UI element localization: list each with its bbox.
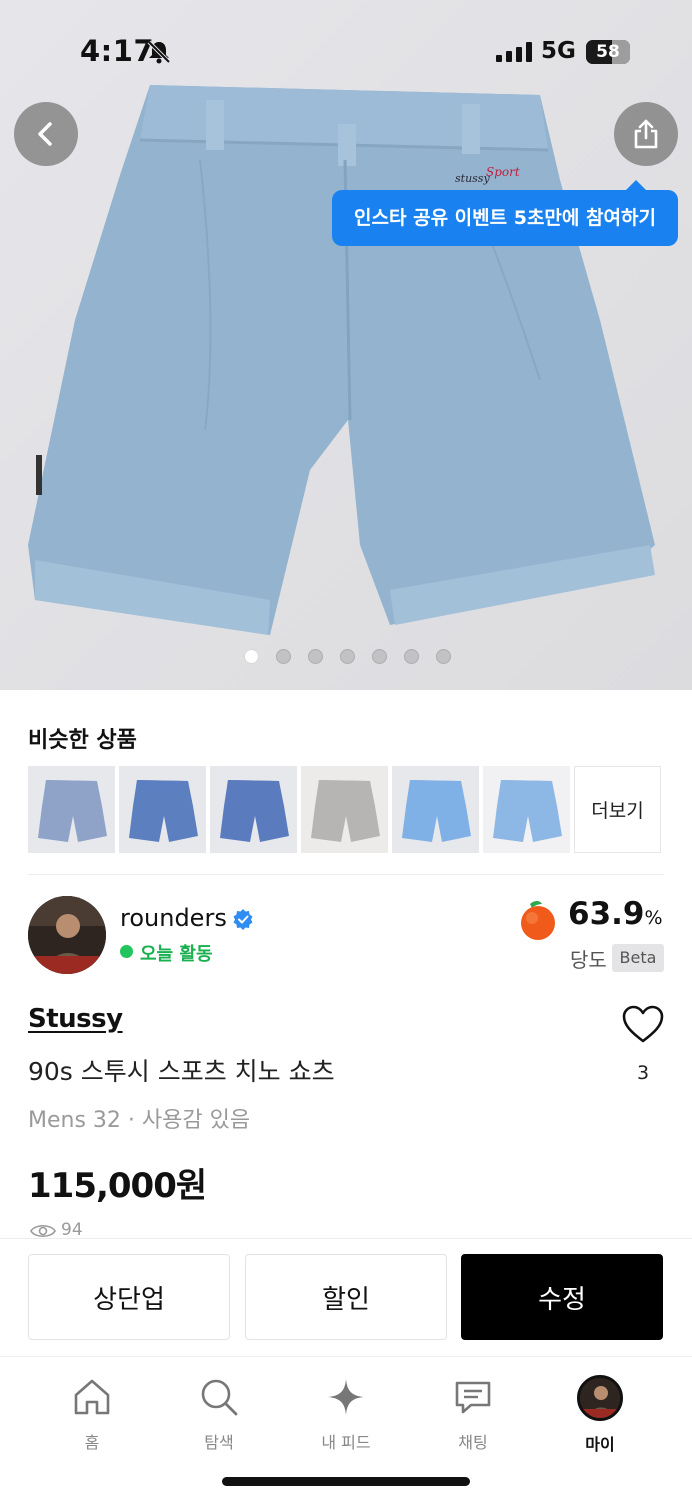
carousel-dot[interactable] <box>276 649 291 664</box>
network-type: 5G <box>541 38 576 64</box>
carousel-dot[interactable] <box>436 649 451 664</box>
svg-text:Sport: Sport <box>486 165 520 179</box>
carousel-dot[interactable] <box>308 649 323 664</box>
carousel-dot[interactable] <box>372 649 387 664</box>
discount-button[interactable]: 할인 <box>245 1254 447 1340</box>
online-status-dot <box>120 945 133 958</box>
seller-name[interactable]: rounders <box>120 904 227 932</box>
tab-my-feed[interactable]: 내 피드 <box>296 1375 396 1453</box>
similar-more-button[interactable]: 더보기 <box>574 766 661 853</box>
similar-item-thumbnail[interactable] <box>210 766 297 853</box>
battery-percent: 58 <box>596 42 620 62</box>
share-event-tooltip[interactable]: 인스타 공유 이벤트 5초만에 참여하기 <box>332 180 678 246</box>
sparkle-icon <box>328 1379 364 1415</box>
score-unit: % <box>644 907 663 929</box>
similar-item-thumbnail[interactable] <box>483 766 570 853</box>
seller-activity: 오늘 활동 <box>140 944 213 965</box>
score-value: 63.9 <box>568 896 645 932</box>
similar-item-thumbnail[interactable] <box>392 766 479 853</box>
product-image-carousel[interactable]: stussy Sport 4:17 5G 58 인스타 공유 이벤트 5초만에 … <box>0 0 692 690</box>
similar-item-thumbnail[interactable] <box>301 766 388 853</box>
tab-label: 내 피드 <box>321 1433 371 1452</box>
carousel-pagination <box>244 649 451 664</box>
product-meta: Mens 32 · 사용감 있음 <box>28 1108 251 1133</box>
beta-badge: Beta <box>612 944 664 972</box>
tab-label: 탐색 <box>204 1433 234 1452</box>
share-button[interactable] <box>614 102 678 166</box>
status-bar: 4:17 5G 58 <box>0 0 692 100</box>
signal-icon <box>496 42 532 62</box>
product-title: 90s 스투시 스포츠 치노 쇼츠 <box>28 1057 335 1086</box>
home-indicator <box>222 1477 470 1486</box>
chat-icon <box>455 1381 491 1414</box>
battery-indicator: 58 <box>586 40 630 64</box>
avatar <box>577 1375 623 1421</box>
seller-score: 63.9% <box>568 896 663 932</box>
tab-label: 채팅 <box>458 1433 488 1452</box>
similar-item-thumbnail[interactable] <box>28 766 115 853</box>
similar-items-list: 더보기 <box>28 766 661 853</box>
tab-home[interactable]: 홈 <box>42 1375 142 1453</box>
status-time: 4:17 <box>80 34 155 68</box>
carousel-dot[interactable] <box>404 649 419 664</box>
tab-search[interactable]: 탐색 <box>169 1375 269 1453</box>
tab-label: 마이 <box>585 1435 615 1454</box>
brand-link[interactable]: Stussy <box>28 1004 123 1034</box>
heart-icon[interactable] <box>621 1004 665 1044</box>
carousel-dot[interactable] <box>340 649 355 664</box>
tab-chat[interactable]: 채팅 <box>423 1375 523 1453</box>
similar-items-title: 비슷한 상품 <box>28 728 137 753</box>
verified-badge-icon <box>233 909 253 930</box>
carousel-dot[interactable] <box>244 649 259 664</box>
similar-item-thumbnail[interactable] <box>119 766 206 853</box>
bump-button[interactable]: 상단업 <box>28 1254 230 1340</box>
chevron-left-icon <box>38 122 52 146</box>
search-icon <box>201 1379 238 1416</box>
tab-my[interactable]: 마이 <box>550 1375 650 1455</box>
home-icon <box>74 1379 110 1415</box>
back-button[interactable] <box>14 102 78 166</box>
product-price: 115,000원 <box>28 1166 207 1206</box>
like-count: 3 <box>636 1062 650 1084</box>
share-icon <box>634 119 658 149</box>
divider <box>28 874 664 875</box>
action-bar: 상단업 할인 수정 <box>0 1238 692 1356</box>
seller-avatar[interactable] <box>28 896 106 974</box>
tab-label: 홈 <box>84 1433 100 1452</box>
edit-button[interactable]: 수정 <box>461 1254 663 1340</box>
view-count: 94 <box>61 1220 83 1240</box>
score-label: 당도 <box>570 948 607 972</box>
peach-icon <box>521 901 555 940</box>
bell-off-icon <box>147 40 171 64</box>
product-photo: stussy Sport <box>0 0 692 690</box>
